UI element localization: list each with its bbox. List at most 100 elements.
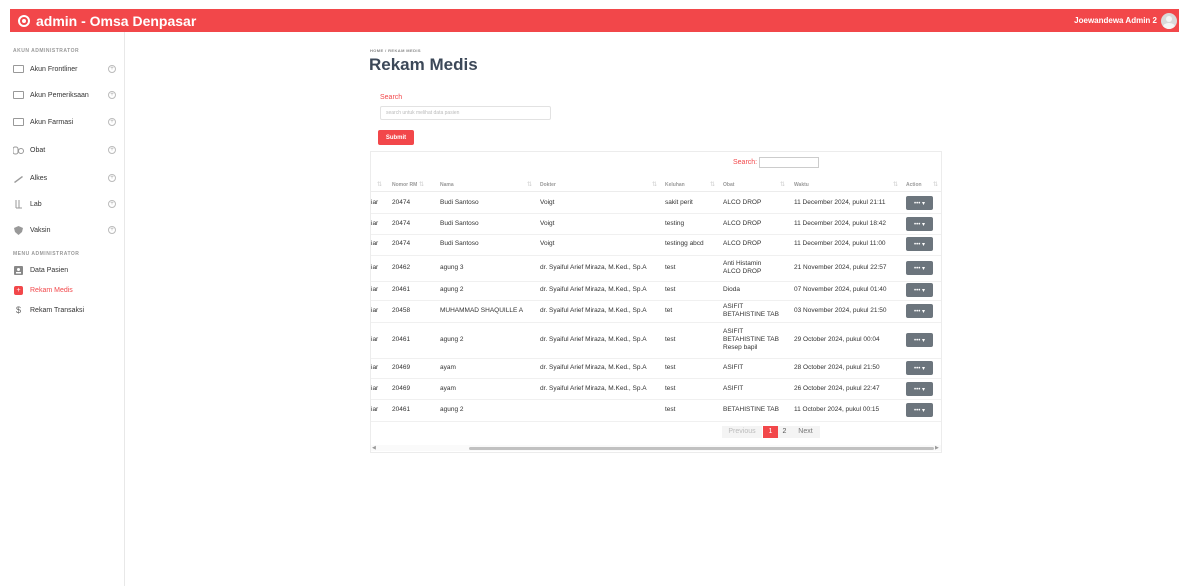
sort-arrows-icon[interactable]: ⇅: [377, 181, 382, 188]
column-header-keluhan[interactable]: Keluhan: [665, 182, 685, 188]
expand-plus-icon[interactable]: +: [108, 226, 116, 234]
scroll-right-arrow-icon[interactable]: ▶: [935, 445, 939, 451]
cell-keluhan: testingg abcd: [665, 240, 704, 247]
cell-keluhan: test: [665, 385, 676, 392]
sort-arrows-icon[interactable]: ⇅: [652, 181, 657, 188]
expand-plus-icon[interactable]: +: [108, 65, 116, 73]
pagination-page-2[interactable]: 2: [778, 426, 791, 438]
sidebar-item-label: Alkes: [30, 174, 48, 182]
app-title: admin - Omsa Denpasar: [36, 12, 197, 29]
breadcrumb: HOME / REKAM MEDIS: [370, 48, 421, 53]
cell-nomor-rm: 20474: [392, 220, 411, 227]
sort-arrows-icon[interactable]: ⇅: [893, 181, 898, 188]
sidebar-item-alkes[interactable]: Alkes +: [10, 172, 125, 184]
cell-nama: agung 3: [440, 264, 464, 271]
user-name: Joewandewa Admin 2: [1074, 16, 1157, 25]
cell-prefix: iar: [371, 336, 379, 343]
expand-plus-icon[interactable]: +: [108, 91, 116, 99]
action-dropdown-button[interactable]: ••• ▾: [906, 304, 933, 318]
sort-arrows-icon[interactable]: ⇅: [933, 181, 938, 188]
action-dropdown-button[interactable]: ••• ▾: [906, 403, 933, 417]
sort-arrows-icon[interactable]: ⇅: [419, 181, 424, 188]
row-divider: [371, 300, 941, 301]
column-header-waktu[interactable]: Waktu: [794, 182, 809, 188]
sort-arrows-icon[interactable]: ⇅: [527, 181, 532, 188]
cell-dokter: Voigt: [540, 199, 555, 206]
cell-obat: BETAHISTINE TAB: [723, 311, 779, 318]
column-header-dokter[interactable]: Dokter: [540, 182, 556, 188]
row-divider: [371, 255, 941, 256]
sidebar-item-rekam-medis[interactable]: + Rekam Medis: [10, 284, 125, 296]
sidebar-item-label: Lab: [30, 200, 42, 208]
user-menu[interactable]: Joewandewa Admin 2: [1074, 12, 1179, 29]
expand-plus-icon[interactable]: +: [108, 200, 116, 208]
submit-button[interactable]: Submit: [378, 130, 414, 145]
row-divider: [371, 322, 941, 323]
pagination-next[interactable]: Next: [791, 426, 820, 438]
list-icon: [13, 91, 24, 100]
sidebar-item-akun-pemeriksaan[interactable]: Akun Pemeriksaan +: [10, 89, 125, 101]
brand[interactable]: admin - Omsa Denpasar: [18, 13, 196, 29]
cell-waktu: 11 December 2024, pukul 11:00: [794, 240, 886, 247]
sidebar-item-lab[interactable]: Lab +: [10, 198, 125, 210]
column-header-nama[interactable]: Nama: [440, 182, 454, 188]
sidebar-item-obat[interactable]: Obat +: [10, 144, 125, 156]
cell-waktu: 07 November 2024, pukul 01:40: [794, 286, 887, 293]
sort-arrows-icon[interactable]: ⇅: [710, 181, 715, 188]
scroll-left-arrow-icon[interactable]: ◀: [372, 445, 376, 451]
top-navbar: admin - Omsa Denpasar Joewandewa Admin 2: [10, 9, 1179, 32]
action-dropdown-button[interactable]: ••• ▾: [906, 237, 933, 251]
cell-waktu: 28 October 2024, pukul 21:50: [794, 364, 880, 371]
cell-obat: BETAHISTINE TAB: [723, 406, 779, 413]
action-dropdown-button[interactable]: ••• ▾: [906, 361, 933, 375]
row-divider: [371, 378, 941, 379]
action-dropdown-button[interactable]: ••• ▾: [906, 217, 933, 231]
search-label: Search: [380, 94, 403, 101]
cell-obat: Dioda: [723, 286, 740, 293]
expand-plus-icon[interactable]: +: [108, 174, 116, 182]
sidebar-item-label: Data Pasien: [30, 266, 69, 274]
sidebar-item-data-pasien[interactable]: Data Pasien: [10, 264, 125, 276]
cell-dokter: Voigt: [540, 240, 555, 247]
column-header-obat[interactable]: Obat: [723, 182, 734, 188]
page: admin - Omsa Denpasar Joewandewa Admin 2…: [0, 0, 1179, 586]
cell-nama: Budi Santoso: [440, 199, 479, 206]
pagination-page-1[interactable]: 1: [763, 426, 778, 438]
sidebar-item-label: Vaksin: [30, 226, 51, 234]
cell-prefix: iar: [371, 307, 379, 314]
action-dropdown-button[interactable]: ••• ▾: [906, 283, 933, 297]
table-search: Search:: [733, 157, 820, 168]
avatar[interactable]: [1161, 12, 1177, 29]
sidebar-item-akun-farmasi[interactable]: Akun Farmasi +: [10, 116, 125, 128]
column-header-nomor-rm[interactable]: Nomor RM: [392, 182, 417, 188]
cell-prefix: iar: [371, 364, 379, 371]
sidebar-item-label: Akun Frontliner: [30, 65, 78, 73]
column-header-action[interactable]: Action: [906, 182, 922, 188]
cell-obat: Anti Histamin: [723, 260, 762, 267]
flask-icon: [13, 199, 24, 209]
search-input[interactable]: [380, 106, 551, 120]
sidebar-item-label: Obat: [30, 146, 46, 154]
sidebar-item-vaksin[interactable]: Vaksin +: [10, 224, 125, 236]
row-divider: [371, 399, 941, 400]
sidebar-item-akun-frontliner[interactable]: Akun Frontliner +: [10, 63, 125, 75]
action-dropdown-button[interactable]: ••• ▾: [906, 261, 933, 275]
scrollbar-thumb[interactable]: [469, 447, 934, 450]
cell-nama: agung 2: [440, 336, 464, 343]
cell-prefix: iar: [371, 264, 379, 271]
sidebar-item-rekam-transaksi[interactable]: $ Rekam Transaksi: [10, 304, 125, 316]
expand-plus-icon[interactable]: +: [108, 146, 116, 154]
expand-plus-icon[interactable]: +: [108, 118, 116, 126]
cell-keluhan: tet: [665, 307, 673, 314]
syringe-icon: [13, 174, 24, 183]
action-dropdown-button[interactable]: ••• ▾: [906, 333, 933, 347]
table-search-input[interactable]: [759, 157, 820, 168]
sidebar-heading-menu: MENU ADMINISTRATOR: [13, 251, 80, 257]
action-dropdown-button[interactable]: ••• ▾: [906, 382, 933, 396]
cell-keluhan: test: [665, 264, 676, 271]
action-dropdown-button[interactable]: ••• ▾: [906, 196, 933, 210]
pagination-previous[interactable]: Previous: [722, 426, 762, 438]
sort-arrows-icon[interactable]: ⇅: [780, 181, 785, 188]
cell-nomor-rm: 20469: [392, 364, 411, 371]
cell-keluhan: test: [665, 286, 676, 293]
